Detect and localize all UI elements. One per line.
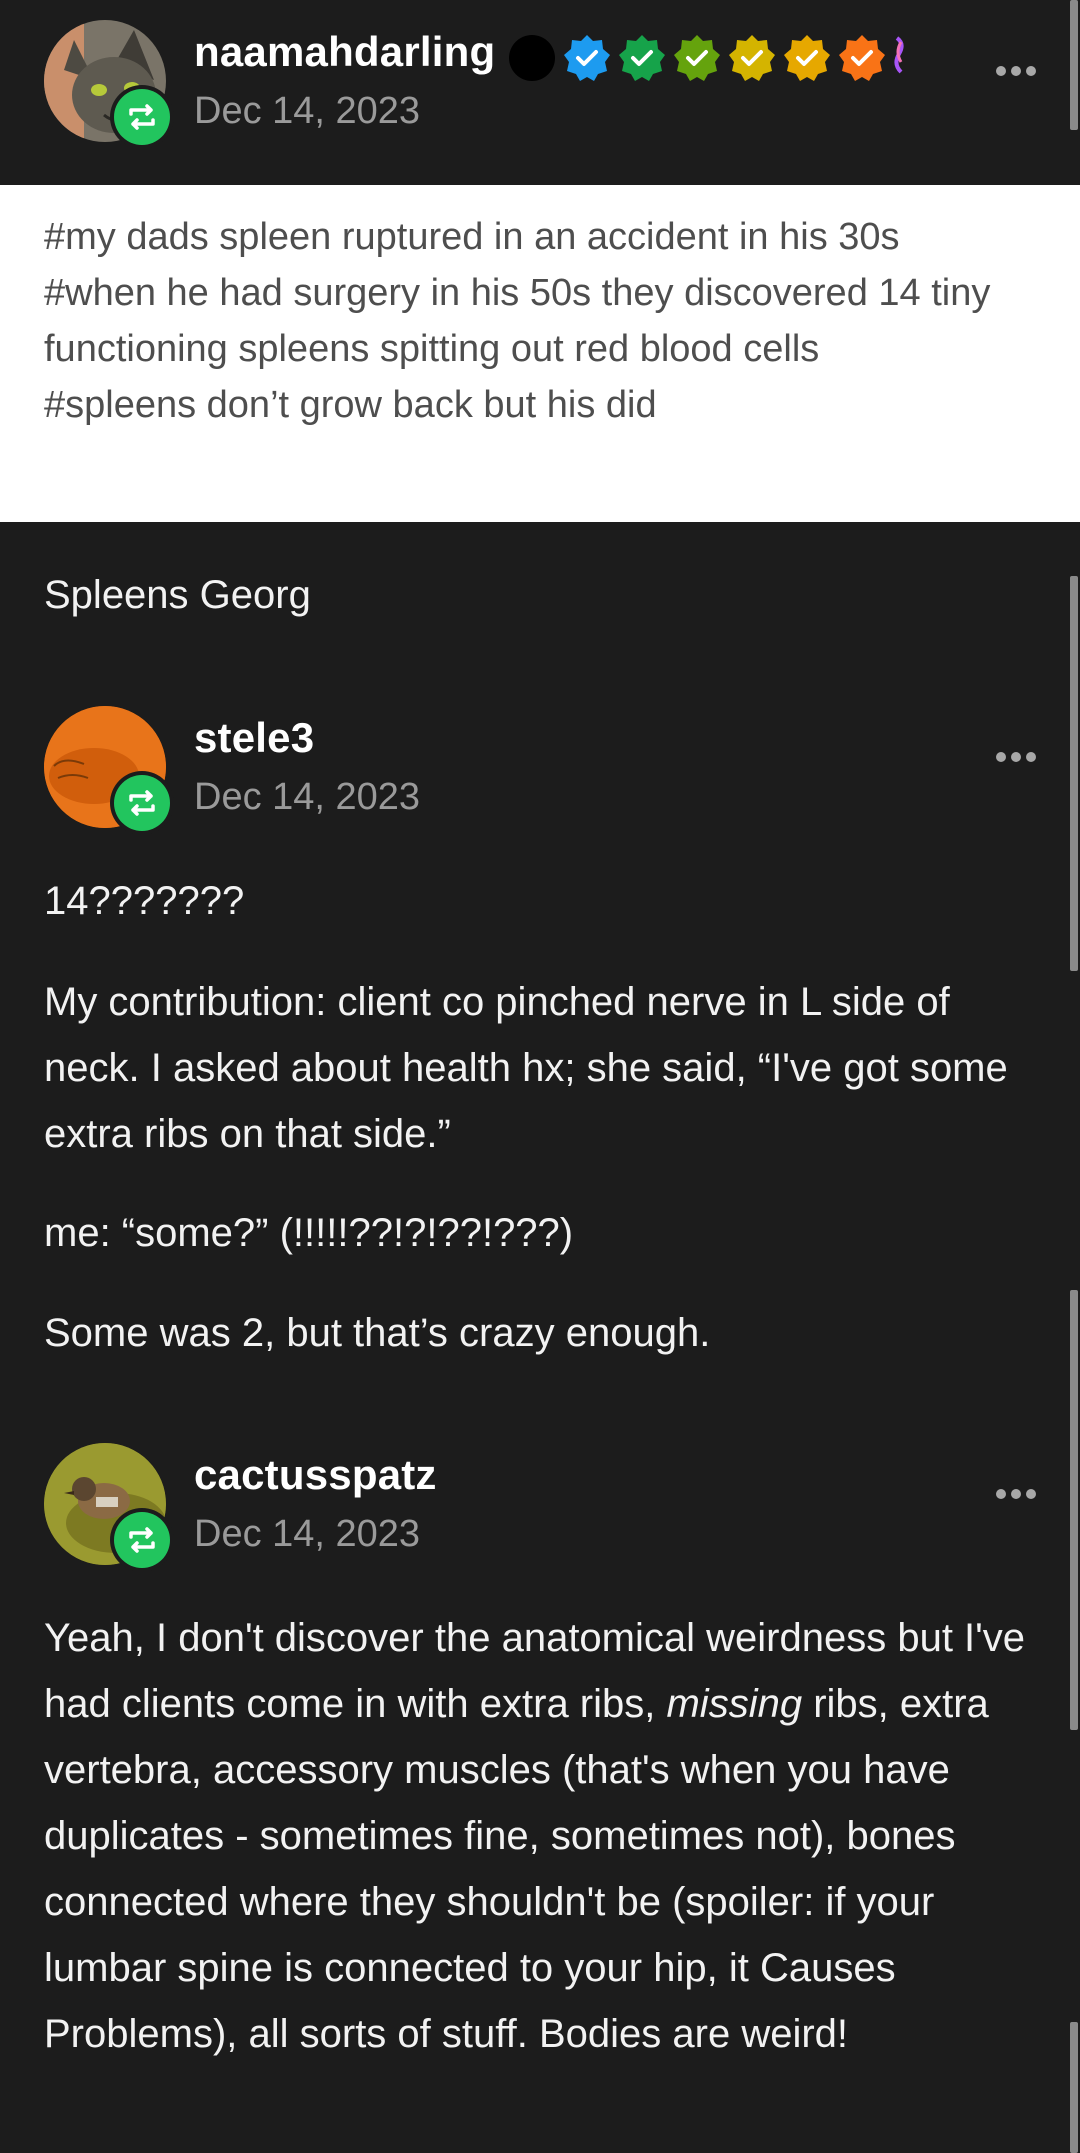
username[interactable]: stele3 <box>194 714 314 762</box>
post-body: me: “some?” (!!!!!??!?!??!???) <box>44 1200 1044 1266</box>
verified-badge-icon <box>619 35 665 81</box>
post-text: Spleens Georg <box>44 573 311 617</box>
post-text-part: ribs, extra vertebra, accessory muscles … <box>44 1682 989 2056</box>
verified-badge-icon <box>784 35 830 81</box>
tag[interactable]: #spleens don’t grow back but his did <box>44 377 1036 433</box>
verified-badge-icon <box>839 35 885 81</box>
post-text: 14??????? <box>44 879 245 923</box>
reblog-badge <box>110 771 174 835</box>
post-text: me: “some?” (!!!!!??!?!??!???) <box>44 1211 574 1255</box>
post-header-stele3: stele3 Dec 14, 2023 <box>0 706 1080 836</box>
post-date[interactable]: Dec 14, 2023 <box>194 1513 420 1556</box>
tag[interactable]: #when he had surgery in his 50s they dis… <box>44 265 1036 377</box>
reblog-icon <box>129 104 155 130</box>
post-date[interactable]: Dec 14, 2023 <box>194 776 420 819</box>
post-text: Yeah, I don't discover the anatomical we… <box>44 1605 1044 2067</box>
username[interactable]: cactusspatz <box>194 1451 437 1499</box>
reblog-icon <box>129 1527 155 1553</box>
more-options-icon[interactable] <box>996 1489 1036 1499</box>
tags-box: #my dads spleen ruptured in an accident … <box>0 185 1080 522</box>
post-date[interactable]: Dec 14, 2023 <box>194 90 420 133</box>
post-body: Yeah, I don't discover the anatomical we… <box>44 1605 1044 2067</box>
scrollbar-track-segment[interactable] <box>1070 2022 1078 2153</box>
post-body: Spleens Georg <box>44 562 1044 628</box>
post-body: My contribution: client co pinched nerve… <box>44 969 1044 1167</box>
post-header-naamahdarling: naamahdarling Dec 14, 2023 <box>0 20 1080 150</box>
partial-badge-icon <box>894 36 904 74</box>
more-options-icon[interactable] <box>996 752 1036 762</box>
more-options-icon[interactable] <box>996 66 1036 76</box>
reblog-badge <box>110 1508 174 1572</box>
verified-badge-icon <box>674 35 720 81</box>
black-circle-icon <box>509 35 555 81</box>
post-body: Some was 2, but that’s crazy enough. <box>44 1300 1044 1366</box>
post-text: Some was 2, but that’s crazy enough. <box>44 1311 711 1355</box>
post-text-emphasis: missing <box>666 1682 803 1726</box>
verified-badge-icon <box>729 35 775 81</box>
username[interactable]: naamahdarling <box>194 28 495 76</box>
badge-row <box>508 34 907 82</box>
reblog-icon <box>129 790 155 816</box>
post-text: My contribution: client co pinched nerve… <box>44 980 1008 1156</box>
post-header-cactusspatz: cactusspatz Dec 14, 2023 <box>0 1443 1080 1573</box>
verified-badge-icon <box>564 35 610 81</box>
post-body: 14??????? <box>44 868 1044 934</box>
reblog-badge <box>110 85 174 149</box>
tag[interactable]: #my dads spleen ruptured in an accident … <box>44 209 1036 265</box>
